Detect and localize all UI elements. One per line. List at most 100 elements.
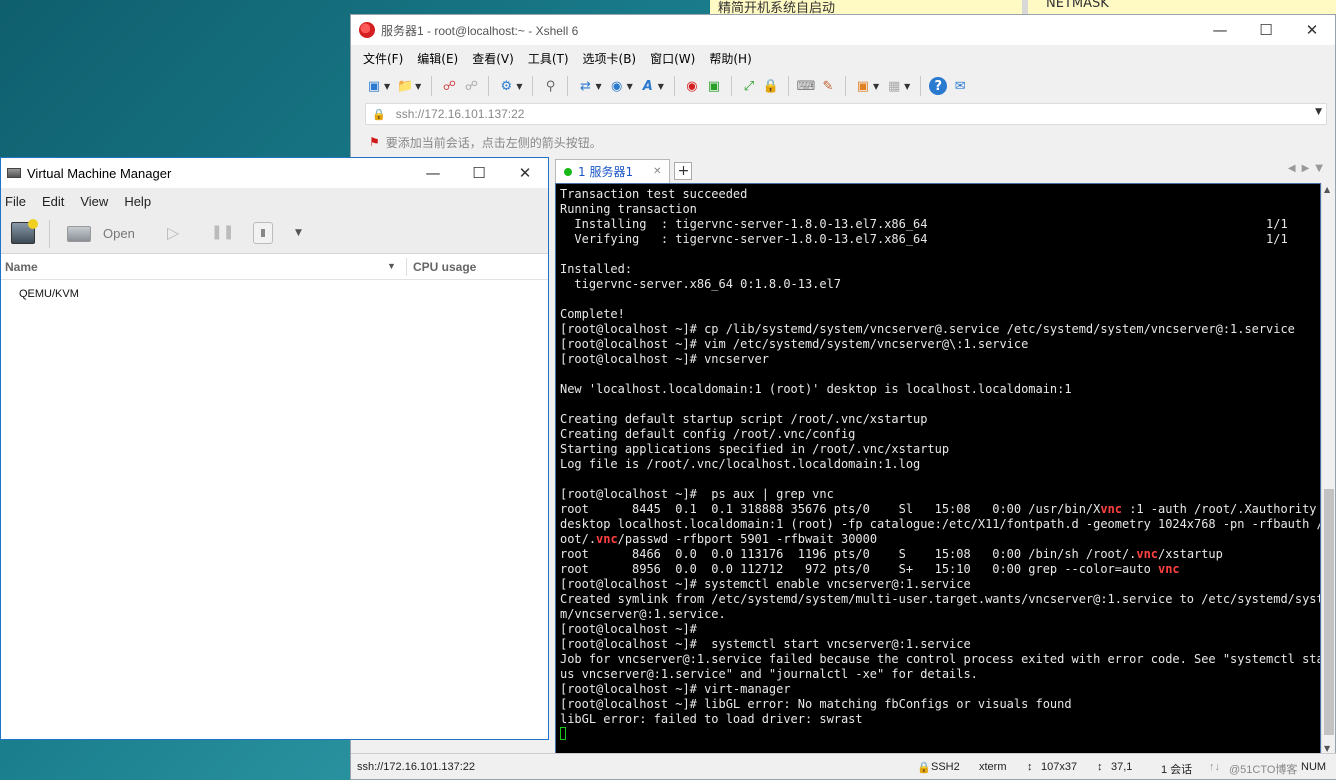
new-session-icon[interactable]: ▣ [365, 77, 383, 95]
transfer-icon[interactable]: ⇄ [576, 77, 594, 95]
bookmark-flag-icon[interactable]: ⚑ [369, 135, 380, 149]
chat-icon[interactable]: ✉ [951, 77, 969, 95]
tab-nav-arrows[interactable]: ◀▶▼ [1288, 163, 1329, 174]
vmm-toolbar: Open ▷ ❚❚ ▼ [1, 214, 548, 254]
keyboard-icon[interactable]: ⌨ [797, 77, 816, 95]
connection-row[interactable]: QEMU/KVM [19, 288, 79, 300]
status-protocol: SSH2 [931, 761, 960, 773]
menu-help[interactable]: 帮助(H) [709, 50, 751, 67]
close-tab-icon[interactable]: ✕ [653, 166, 661, 177]
chevron-down-icon[interactable]: ▼ [516, 82, 522, 91]
connected-status-icon [564, 167, 572, 176]
chevron-down-icon[interactable]: ▼ [295, 228, 302, 238]
chevron-down-icon[interactable]: ▼ [904, 82, 910, 91]
column-cpu-usage[interactable]: CPU usage [413, 260, 476, 274]
menu-edit[interactable]: 编辑(E) [417, 50, 458, 67]
grep-highlight: vnc [596, 532, 618, 546]
maximize-button[interactable]: ☐ [1243, 15, 1289, 45]
menu-tools[interactable]: 工具(T) [528, 50, 569, 67]
status-bar: ssh://172.16.101.137:22 🔒 SSH2 xterm ↕ 1… [351, 753, 1336, 779]
disconnect-icon[interactable]: ☍ [462, 77, 480, 95]
status-term: xterm [979, 761, 1007, 773]
menu-file[interactable]: 文件(F) [363, 50, 403, 67]
session-hint-bar: ⚑ 要添加当前会话，点击左侧的箭头按钮。 [351, 127, 1335, 157]
highlight-icon[interactable]: ✎ [819, 77, 837, 95]
xshell-title: 服务器1 - root@localhost:~ - Xshell 6 [381, 23, 579, 38]
monitor-icon[interactable] [67, 226, 91, 242]
status-cursor: 37,1 [1111, 761, 1133, 773]
address-text: ssh://172.16.101.137:22 [395, 107, 525, 121]
vmm-window: Virtual Machine Manager — ☐ ✕ File Edit … [0, 157, 549, 740]
sort-arrow-icon[interactable]: ▼ [387, 261, 396, 271]
watermark: @51CTO博客 [1229, 764, 1298, 776]
terminal-scrollbar[interactable]: ▲ ▼ [1321, 183, 1335, 755]
lock-icon: 🔒 [372, 107, 386, 121]
add-session-icon[interactable]: ▣ [854, 77, 872, 95]
chevron-down-icon[interactable]: ▼ [627, 82, 633, 91]
terminal[interactable]: Transaction test succeeded Running trans… [555, 183, 1321, 755]
open-button[interactable]: Open [103, 226, 135, 241]
column-name[interactable]: Name [5, 260, 38, 274]
scrollbar-thumb[interactable] [1324, 489, 1334, 735]
shutdown-icon[interactable] [253, 222, 273, 244]
menu-window[interactable]: 窗口(W) [650, 50, 695, 67]
status-num: NUM [1301, 761, 1327, 773]
new-vm-icon[interactable] [11, 219, 38, 244]
maximize-button[interactable]: ☐ [456, 158, 502, 188]
address-bar[interactable]: 🔒 ssh://172.16.101.137:22 ▼ [365, 103, 1327, 125]
scroll-nav-icon[interactable]: ↑↓ [1209, 761, 1220, 773]
menu-help[interactable]: Help [124, 194, 151, 209]
font-icon[interactable]: A [639, 77, 657, 95]
layout-icon[interactable]: ▦ [885, 77, 903, 95]
menu-view[interactable]: 查看(V) [472, 50, 514, 67]
xshell-app-icon[interactable]: ◉ [683, 77, 701, 95]
globe-icon[interactable]: ◉ [608, 77, 626, 95]
fullscreen-icon[interactable]: ⤢ [740, 77, 758, 95]
chevron-down-icon[interactable]: ▼ [658, 82, 664, 91]
vmm-title: Virtual Machine Manager [27, 165, 172, 181]
scroll-down-icon[interactable]: ▼ [1324, 744, 1330, 753]
properties-icon[interactable]: ⚙ [497, 77, 515, 95]
menu-tabs[interactable]: 选项卡(B) [583, 50, 637, 67]
terminal-cursor [560, 727, 566, 740]
cursor-icon: ↕ [1097, 761, 1103, 773]
grep-highlight: vnc [1157, 562, 1180, 576]
chevron-down-icon[interactable]: ▼ [595, 82, 601, 91]
help-icon[interactable]: ? [929, 77, 948, 95]
lock-icon[interactable]: 🔒 [762, 77, 780, 95]
session-hint-text: 要添加当前会话，点击左侧的箭头按钮。 [385, 135, 602, 150]
xftp-icon[interactable]: ▣ [705, 77, 723, 95]
connect-icon[interactable]: ☍ [440, 77, 458, 95]
run-icon[interactable]: ▷ [167, 223, 179, 242]
new-tab-button[interactable]: + [674, 162, 693, 180]
status-sessions: 1 会话 [1161, 764, 1193, 776]
terminal-output: Transaction test succeeded Running trans… [560, 187, 1320, 742]
chevron-down-icon[interactable]: ▼ [384, 82, 390, 91]
status-size: 107x37 [1041, 761, 1078, 773]
lock-icon: 🔒 [917, 762, 931, 774]
menu-file[interactable]: File [5, 194, 26, 209]
vmm-menubar: File Edit View Help [1, 188, 548, 214]
resize-icon: ↕ [1027, 761, 1033, 773]
status-address: ssh://172.16.101.137:22 [357, 761, 476, 773]
tab-label: 1 服务器1 [578, 165, 634, 179]
minimize-button[interactable]: — [1197, 15, 1243, 45]
search-icon[interactable]: ⚲ [541, 77, 559, 95]
minimize-button[interactable]: — [410, 158, 456, 188]
vmm-app-icon [7, 168, 21, 178]
scroll-up-icon[interactable]: ▲ [1324, 185, 1330, 194]
tab-server1[interactable]: 1 服务器1 ✕ [555, 159, 671, 183]
chevron-down-icon[interactable]: ▼ [1315, 107, 1322, 117]
open-folder-icon[interactable]: 📁 [396, 77, 414, 95]
close-button[interactable]: ✕ [502, 158, 548, 188]
chevron-down-icon[interactable]: ▼ [873, 82, 879, 91]
xshell-toolbar: ▣ ▼ 📁 ▼ ☍ ☍ ⚙ ▼ ⚲ ⇄ ▼ ◉ ▼ A ▼ ◉ ▣ ⤢ 🔒 ⌨ ✎ ▣ ▼ ▦… [351, 71, 1335, 101]
grep-highlight: vnc [1136, 547, 1158, 561]
menu-edit[interactable]: Edit [42, 194, 64, 209]
close-button[interactable]: ✕ [1289, 15, 1335, 45]
menu-view[interactable]: View [80, 194, 108, 209]
chevron-down-icon[interactable]: ▼ [415, 82, 421, 91]
vm-list-header: Name ▼ CPU usage [1, 254, 548, 280]
xshell-titlebar: 服务器1 - root@localhost:~ - Xshell 6 — ☐ ✕ [351, 15, 1335, 45]
pause-icon[interactable]: ❚❚ [211, 224, 234, 240]
